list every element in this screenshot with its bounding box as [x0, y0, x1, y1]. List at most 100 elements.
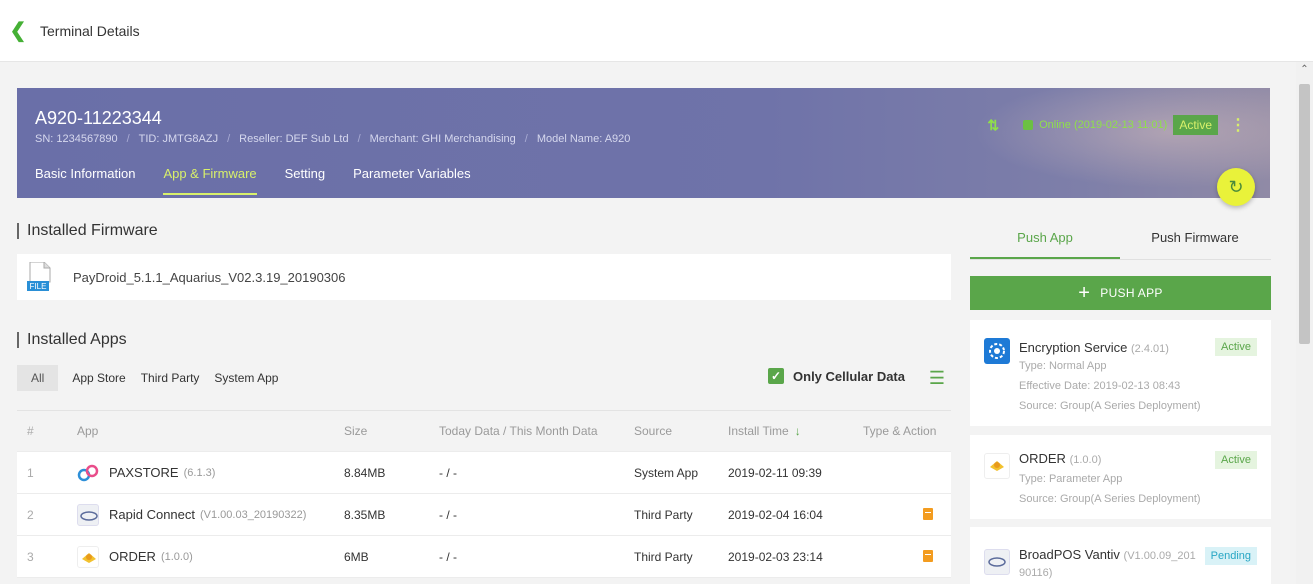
row-number: 3: [27, 549, 34, 564]
row-size: 8.84MB: [344, 465, 386, 480]
refresh-icon[interactable]: ↻: [1217, 168, 1255, 206]
push-app-source: Source: Group(A Series Deployment): [1019, 400, 1201, 412]
paxstore-icon: [77, 462, 99, 484]
push-app-source: Source: Group(A Series Deployment): [1019, 493, 1201, 505]
top-bar: ❮ Terminal Details: [0, 0, 1313, 62]
scroll-up-icon[interactable]: ⌃: [1296, 62, 1313, 78]
installed-apps-title: Installed Apps: [17, 332, 127, 348]
push-app-button[interactable]: + PUSH APP: [970, 276, 1271, 310]
rapid-connect-icon: [77, 503, 99, 526]
tab-push-app[interactable]: Push App: [970, 218, 1120, 259]
row-size: 6MB: [344, 549, 369, 564]
status-badge: Pending: [1204, 547, 1257, 565]
row-number: 1: [27, 465, 34, 480]
delete-icon[interactable]: [923, 550, 933, 562]
push-app-type: Type: Parameter App: [1019, 473, 1123, 485]
plus-icon: +: [1078, 282, 1091, 304]
app-version: (6.1.3): [183, 466, 216, 479]
tab-push-firmware[interactable]: Push Firmware: [1120, 218, 1270, 259]
push-card[interactable]: Encryption Service (2.4.01) Type: Normal…: [970, 320, 1271, 426]
row-install-time: 2019-02-03 23:14: [728, 549, 823, 564]
back-arrow-icon[interactable]: ❮: [0, 0, 36, 62]
push-card[interactable]: BroadPOS Vantiv (V1.00.09_201 90116) Pen…: [970, 527, 1271, 584]
terminal-tabs: Basic Information App & Firmware Setting…: [35, 166, 499, 195]
push-app-version-cont: 90116): [1019, 567, 1053, 579]
terminal-meta: SN: 1234567890/TID: JMTG8AZJ / Reseller: D…: [35, 133, 631, 145]
push-tabs: Push App Push Firmware: [970, 218, 1271, 260]
header-number: #: [27, 424, 34, 438]
sort-down-arrow-icon[interactable]: ↓: [795, 424, 801, 438]
more-options-icon[interactable]: ⋮: [1230, 115, 1246, 135]
row-data: - / -: [439, 507, 457, 522]
header-install-time[interactable]: Install Time ↓: [728, 411, 801, 451]
checkbox-checked-icon[interactable]: ✓: [768, 368, 785, 384]
status-badge: Active: [1173, 115, 1218, 135]
table-row[interactable]: 1 PAXSTORE (6.1.3) 8.84MB - / - System Ap…: [17, 452, 951, 494]
tab-setting[interactable]: Setting: [285, 166, 325, 195]
apps-table: # App Size Today Data / This Month Data …: [17, 410, 951, 578]
firmware-name: PayDroid_5.1.1_Aquarius_V02.3.19_2019030…: [73, 269, 346, 285]
scrollbar[interactable]: ⌃: [1296, 62, 1313, 584]
tab-basic-information[interactable]: Basic Information: [35, 166, 135, 195]
row-data: - / -: [439, 465, 457, 480]
app-version: (V1.00.03_20190322): [200, 508, 307, 521]
cellular-data-label: Only Cellular Data: [793, 368, 905, 384]
installed-firmware-title: Installed Firmware: [17, 223, 158, 239]
terminal-banner: A920-11223344 SN: 1234567890/TID: JMTG8A…: [17, 88, 1270, 198]
app-filters: All App Store Third Party System App ✓ O…: [17, 360, 951, 396]
file-icon-label: FILE: [30, 282, 47, 291]
cellular-data-toggle[interactable]: ✓ Only Cellular Data: [768, 368, 905, 384]
push-app-title: BroadPOS Vantiv: [1019, 547, 1120, 562]
encryption-service-icon: [984, 338, 1010, 364]
transfer-arrows-icon[interactable]: ⇅: [987, 117, 999, 134]
row-source: Third Party: [634, 507, 693, 522]
terminal-model: Model Name: A920: [536, 133, 631, 145]
filter-third-party[interactable]: Third Party: [141, 371, 200, 385]
push-card[interactable]: ORDER (1.0.0) Type: Parameter App Source…: [970, 435, 1271, 519]
tab-parameter-variables[interactable]: Parameter Variables: [353, 166, 471, 195]
header-data: Today Data / This Month Data: [439, 424, 598, 438]
header-size: Size: [344, 424, 368, 438]
terminal-reseller: Reseller: DEF Sub Ltd: [239, 133, 349, 145]
order-app-icon: [984, 453, 1010, 479]
broadpos-icon: [984, 549, 1010, 575]
push-app-title: Encryption Service: [1019, 340, 1128, 355]
header-type-action: Type & Action: [863, 424, 937, 438]
push-app-name: Encryption Service (2.4.01): [1019, 340, 1169, 355]
terminal-tid: TID: JMTG8AZJ: [138, 133, 219, 145]
tab-app-firmware[interactable]: App & Firmware: [163, 166, 257, 195]
table-row[interactable]: 3 ORDER (1.0.0) 6MB - / - Third Party 201…: [17, 536, 951, 578]
terminal-sn: SN: 1234567890: [35, 133, 118, 145]
scrollbar-thumb[interactable]: [1299, 84, 1310, 344]
status-badge: Active: [1215, 338, 1257, 356]
terminal-name: A920-11223344: [35, 108, 162, 128]
push-app-version: (V1.00.09_201: [1123, 550, 1196, 562]
filter-system-app[interactable]: System App: [214, 371, 278, 385]
push-app-version: (2.4.01): [1131, 343, 1169, 355]
status-badge: Active: [1215, 451, 1257, 469]
push-app-button-label: PUSH APP: [1100, 286, 1163, 300]
main-content: A920-11223344 SN: 1234567890/TID: JMTG8A…: [0, 62, 1296, 584]
filter-app-store[interactable]: App Store: [72, 371, 125, 385]
push-app-version: (1.0.0): [1069, 454, 1102, 466]
delete-icon[interactable]: [923, 508, 933, 520]
header-app: App: [77, 424, 99, 438]
file-icon: FILE: [27, 261, 53, 292]
row-number: 2: [27, 507, 34, 522]
terminal-merchant: Merchant: GHI Merchandising: [369, 133, 516, 145]
push-app-type: Type: Normal App: [1019, 360, 1107, 372]
push-panel: Push App Push Firmware + PUSH APP Encryp…: [970, 218, 1271, 584]
table-row[interactable]: 2 Rapid Connect (V1.00.03_20190322) 8.35M…: [17, 494, 951, 536]
installed-apps: All App Store Third Party System App ✓ O…: [17, 360, 951, 584]
filter-all[interactable]: All: [17, 365, 59, 391]
push-app-name: ORDER (1.0.0): [1019, 451, 1101, 466]
list-view-icon[interactable]: ☰: [929, 368, 945, 389]
app-name: ORDER: [109, 549, 156, 564]
table-header: # App Size Today Data / This Month Data …: [17, 410, 951, 452]
online-status: Online (2019-02-13 11:01): [1039, 119, 1168, 131]
header-source: Source: [634, 424, 673, 438]
app-name: Rapid Connect: [109, 507, 195, 522]
push-app-title: ORDER: [1019, 451, 1066, 466]
header-install-time-label: Install Time: [728, 424, 789, 438]
firmware-card: FILE PayDroid_5.1.1_Aquarius_V02.3.19_20…: [17, 254, 951, 300]
